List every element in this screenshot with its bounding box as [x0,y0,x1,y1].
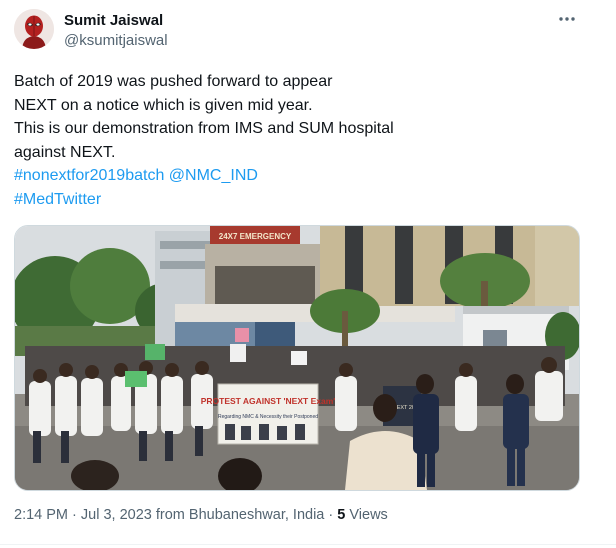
author-display-name[interactable]: Sumit Jaiswal [64,12,163,29]
deadpool-avatar-icon [14,9,54,49]
views-count[interactable]: 5 [337,507,345,523]
divider [0,544,616,545]
tweet-text: Batch of 2019 was pushed forward to appe… [14,70,574,211]
meta-separator-2: · [328,507,334,523]
banner-text: PROTEST AGAINST 'NEXT Exam' [201,396,336,406]
meta-separator: · [72,507,77,523]
banner-subtext: Regarding NMC & Necessity their Postpone… [218,414,318,420]
tweet-tags-line-2: #MedTwitter [14,188,574,212]
hashtag-nonextfor2019batch[interactable]: #nonextfor2019batch [14,167,164,184]
tweet-meta: 2:14 PM · Jul 3, 2023 from Bhubaneshwar,… [14,507,388,523]
tweet-line-2: NEXT on a notice which is given mid year… [14,96,313,114]
tweet-line-1: Batch of 2019 was pushed forward to appe… [14,73,333,90]
tweet-card: Sumit Jaiswal @ksumitjaiswal Batch of 20… [0,0,616,548]
tweet-location: from Bhubaneshwar, India [155,507,325,523]
more-options-icon[interactable] [558,10,576,33]
tweet-tags-line: #nonextfor2019batch @NMC_IND [14,164,574,188]
tweet-time[interactable]: 2:14 PM [14,507,68,523]
author-handle[interactable]: @ksumitjaiswal [64,32,168,49]
tweet-line-3: This is our demonstration from IMS and S… [14,120,394,137]
tweet-photo[interactable]: 24X7 EMERGENCY PROTEST AGAINST 'NEXT Exa… [14,225,580,491]
building-sign-text: 24X7 EMERGENCY [219,232,292,241]
tweet-line-4: against NEXT. [14,143,116,161]
avatar[interactable] [14,9,54,49]
tweet-date[interactable]: Jul 3, 2023 [81,507,152,523]
views-label[interactable]: Views [349,507,387,523]
more-dots-glyph [559,17,575,21]
protest-photo-illustration: 24X7 EMERGENCY PROTEST AGAINST 'NEXT Exa… [15,226,579,490]
mention-nmc-ind[interactable]: @NMC_IND [169,167,258,184]
hashtag-medtwitter[interactable]: #MedTwitter [14,191,101,208]
